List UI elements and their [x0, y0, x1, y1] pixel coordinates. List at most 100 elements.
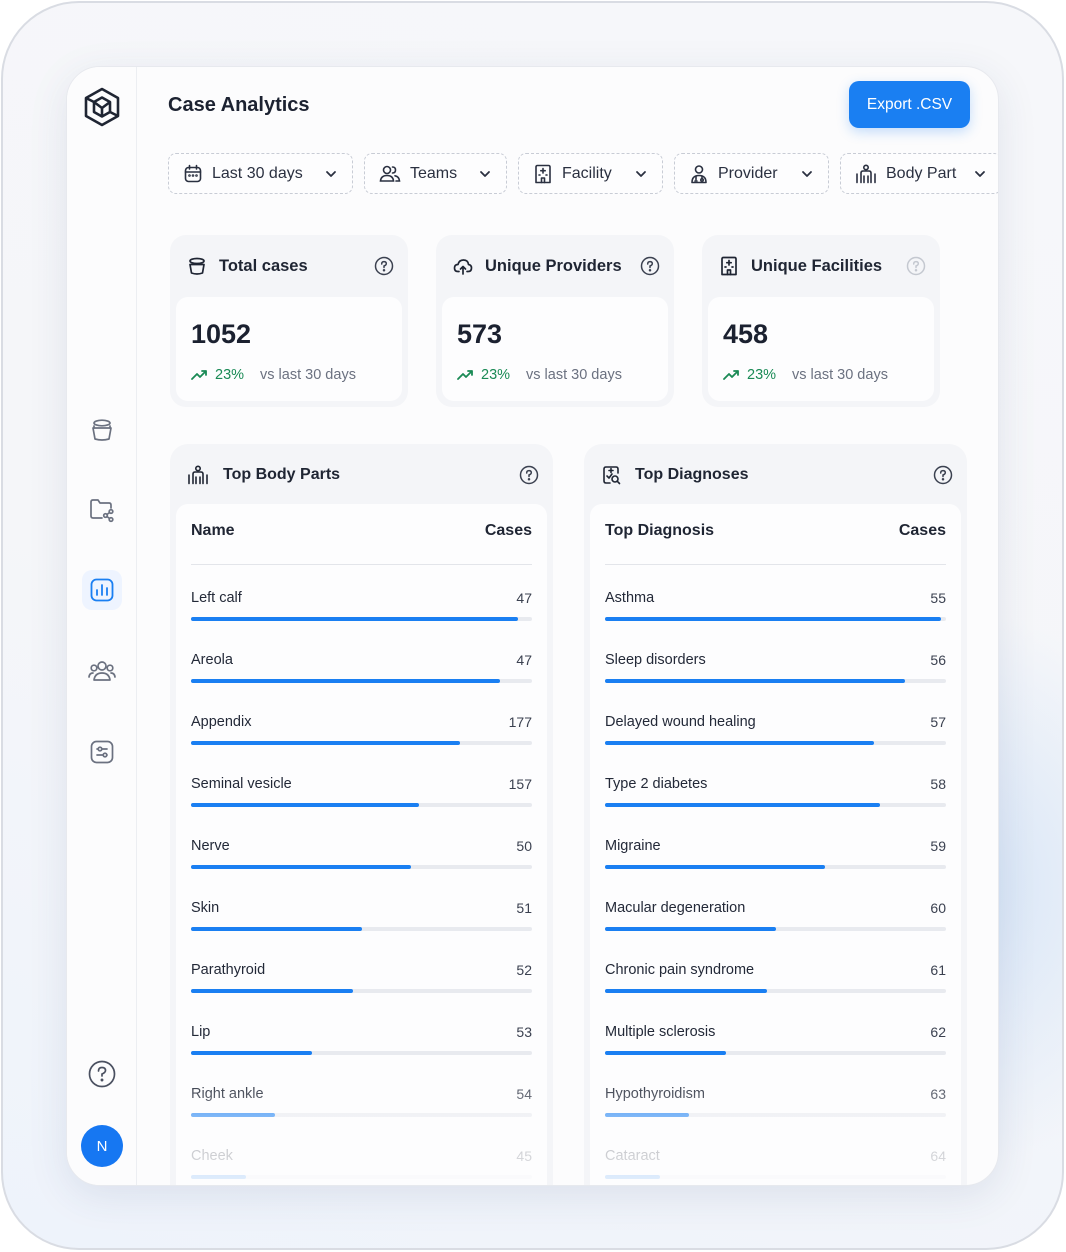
- body-icon: [188, 465, 208, 485]
- progress-fill: [191, 1175, 246, 1179]
- progress-track: [605, 927, 946, 931]
- progress-fill: [605, 1051, 727, 1055]
- trend-label: vs last 30 days: [260, 367, 356, 383]
- logo-icon[interactable]: [80, 85, 124, 129]
- trend-up-icon: [457, 370, 473, 380]
- table-row[interactable]: Right ankle 54: [191, 1086, 532, 1126]
- stat-value: 1052: [191, 319, 252, 349]
- table-row[interactable]: Cataract 64: [605, 1148, 946, 1185]
- row-value: 54: [516, 1086, 532, 1102]
- table-row[interactable]: Areola 47: [191, 652, 532, 692]
- help-icon[interactable]: [519, 465, 539, 485]
- row-label: Left calf: [191, 590, 242, 606]
- header-divider: [605, 564, 946, 565]
- help-icon[interactable]: [933, 465, 953, 485]
- row-label: Hypothyroidism: [605, 1086, 705, 1102]
- progress-track: [191, 1113, 532, 1117]
- table-row[interactable]: Chronic pain syndrome 61: [605, 962, 946, 1002]
- table-row[interactable]: Hypothyroidism 63: [605, 1086, 946, 1126]
- table-row[interactable]: Sleep disorders 56: [605, 652, 946, 692]
- table-row[interactable]: Seminal vesicle 157: [191, 776, 532, 816]
- table-row[interactable]: Parathyroid 52: [191, 962, 532, 1002]
- row-value: 62: [930, 1024, 946, 1040]
- progress-track: [605, 617, 946, 621]
- shared-folder-icon[interactable]: [82, 490, 122, 530]
- user-avatar[interactable]: N: [81, 1125, 123, 1167]
- progress-track: [605, 1051, 946, 1055]
- row-label: Areola: [191, 652, 233, 668]
- help-icon[interactable]: [906, 256, 926, 276]
- progress-fill: [605, 927, 776, 931]
- column-header-cases[interactable]: Cases: [485, 522, 532, 540]
- building-icon: [535, 164, 551, 183]
- filter-provider[interactable]: Provider: [674, 153, 829, 194]
- progress-fill: [605, 741, 875, 745]
- chevron-down-icon: [324, 167, 338, 181]
- chevron-down-icon: [634, 167, 648, 181]
- table-row[interactable]: Asthma 55: [605, 590, 946, 630]
- progress-fill: [191, 989, 353, 993]
- team-nav-icon[interactable]: [82, 651, 122, 691]
- row-value: 59: [930, 838, 946, 854]
- table-row[interactable]: Appendix 177: [191, 714, 532, 754]
- column-header-diagnosis[interactable]: Top Diagnosis: [605, 522, 714, 540]
- progress-track: [605, 1175, 946, 1179]
- column-header-cases[interactable]: Cases: [899, 522, 946, 540]
- table-row[interactable]: Type 2 diabetes 58: [605, 776, 946, 816]
- app-window: N Case Analytics Export .CSV Last 30 day…: [66, 66, 999, 1186]
- stat-card-total-cases: Total cases 1052 23% vs last 30 days: [170, 235, 408, 407]
- row-value: 64: [930, 1148, 946, 1164]
- table-row[interactable]: Cheek 45: [191, 1148, 532, 1185]
- progress-track: [191, 679, 532, 683]
- trend-percent: 23%: [747, 367, 777, 383]
- progress-track: [605, 679, 946, 683]
- progress-track: [191, 1051, 532, 1055]
- table-row[interactable]: Lip 53: [191, 1024, 532, 1064]
- column-header-name[interactable]: Name: [191, 522, 235, 540]
- analytics-nav-icon[interactable]: [82, 570, 122, 610]
- chevron-down-icon: [800, 167, 814, 181]
- row-label: Cataract: [605, 1148, 660, 1164]
- table-row[interactable]: Macular degeneration 60: [605, 900, 946, 940]
- row-label: Macular degeneration: [605, 900, 746, 916]
- progress-track: [191, 927, 532, 931]
- table-row[interactable]: Nerve 50: [191, 838, 532, 878]
- filter-facility[interactable]: Facility: [518, 153, 663, 194]
- help-icon[interactable]: [82, 1054, 122, 1094]
- row-value: 61: [930, 962, 946, 978]
- help-icon[interactable]: [374, 256, 394, 276]
- chevron-down-icon: [973, 167, 987, 181]
- cases-nav-icon[interactable]: [82, 410, 122, 450]
- table-row[interactable]: Delayed wound healing 57: [605, 714, 946, 754]
- progress-fill: [605, 865, 825, 869]
- progress-fill: [191, 679, 500, 683]
- filter-date-range[interactable]: Last 30 days: [168, 153, 353, 194]
- row-value: 55: [930, 590, 946, 606]
- filter-teams[interactable]: Teams: [364, 153, 507, 194]
- row-label: Parathyroid: [191, 962, 266, 978]
- table-row[interactable]: Skin 51: [191, 900, 532, 940]
- settings-nav-icon[interactable]: [82, 732, 122, 772]
- filter-label: Teams: [410, 164, 458, 182]
- row-label: Seminal vesicle: [191, 776, 292, 792]
- row-label: Lip: [191, 1024, 211, 1040]
- chevron-down-icon: [478, 167, 492, 181]
- progress-fill: [605, 803, 880, 807]
- header-divider: [191, 564, 532, 565]
- progress-track: [191, 1175, 532, 1179]
- table-row[interactable]: Left calf 47: [191, 590, 532, 630]
- table-row[interactable]: Multiple sclerosis 62: [605, 1024, 946, 1064]
- row-label: Right ankle: [191, 1086, 264, 1102]
- filter-label: Provider: [718, 164, 778, 182]
- table-row[interactable]: Migraine 59: [605, 838, 946, 878]
- help-icon[interactable]: [640, 256, 660, 276]
- row-label: Sleep disorders: [605, 652, 706, 668]
- progress-track: [605, 741, 946, 745]
- diagnosis-icon: [603, 466, 621, 485]
- page-title: Case Analytics: [168, 94, 310, 116]
- progress-fill: [605, 617, 941, 621]
- export-csv-button[interactable]: Export .CSV: [849, 81, 970, 128]
- top-diagnoses-panel: Top Diagnoses Top Diagnosis Cases Asthma…: [584, 444, 967, 1185]
- filter-body-part[interactable]: Body Part: [840, 153, 998, 194]
- filter-label: Facility: [562, 164, 612, 182]
